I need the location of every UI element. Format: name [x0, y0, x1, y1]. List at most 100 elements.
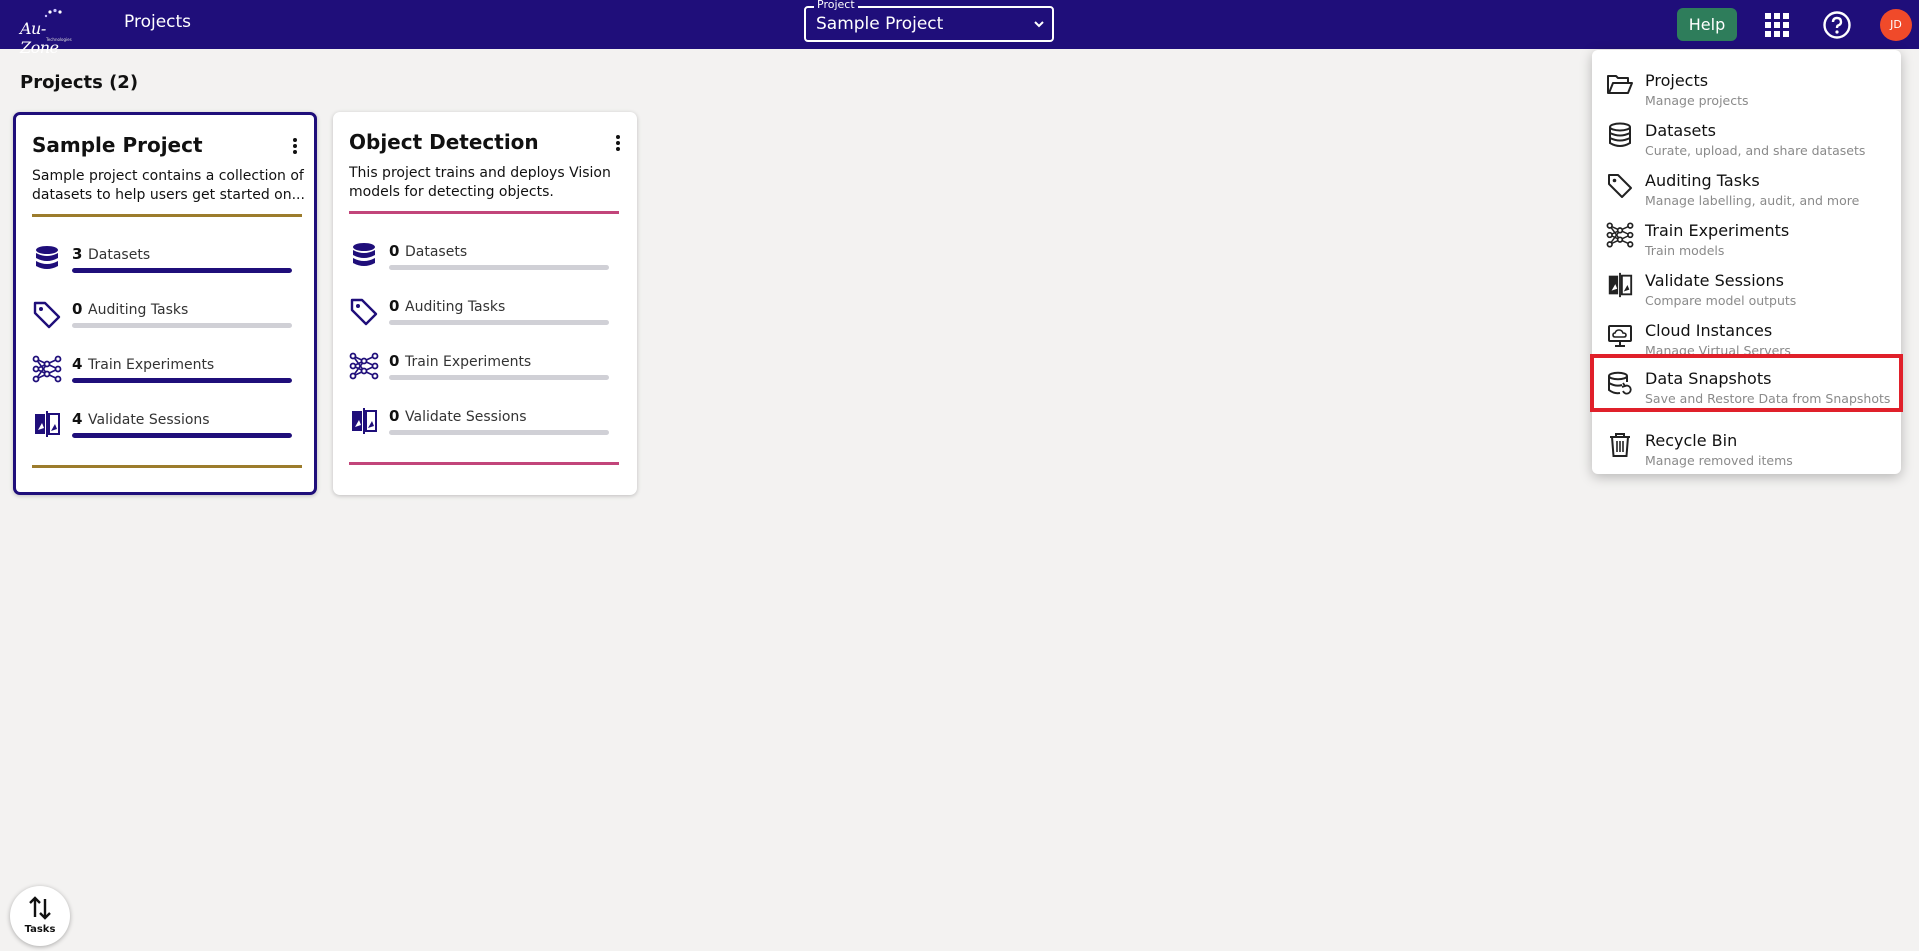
- folder-open-icon: [1607, 75, 1633, 94]
- stat-count: 4: [72, 355, 83, 373]
- stat-progress-bar: [389, 430, 609, 435]
- menu-item-label: Projects: [1645, 71, 1709, 90]
- network-icon: [1606, 222, 1634, 248]
- network-icon: [32, 355, 62, 383]
- menu-item-label: Auditing Tasks: [1645, 171, 1760, 190]
- stat-label: Validate Sessions: [88, 412, 210, 428]
- menu-item-label: Validate Sessions: [1645, 271, 1784, 290]
- database-restore-icon: [1608, 371, 1632, 395]
- stat-validate-sessions[interactable]: 0 Validate Sessions: [349, 406, 619, 446]
- more-vertical-icon[interactable]: [292, 137, 298, 155]
- project-card-sample-project[interactable]: Sample Project Sample project contains a…: [13, 112, 317, 495]
- menu-item-label: Recycle Bin: [1645, 431, 1738, 450]
- stat-progress-bar: [72, 268, 292, 273]
- compare-icon: [352, 408, 377, 434]
- stat-label: Datasets: [88, 247, 151, 263]
- menu-item-train-experiments[interactable]: Train Experiments Train models: [1592, 209, 1901, 261]
- tag-icon: [350, 298, 378, 326]
- more-vertical-icon[interactable]: [615, 134, 621, 152]
- stat-validate-sessions[interactable]: 4 Validate Sessions: [32, 409, 302, 449]
- page-title: Projects (2): [20, 72, 139, 93]
- stat-auditing-tasks[interactable]: 0 Auditing Tasks: [32, 299, 302, 339]
- project-card-description: This project trains and deploys Vision m…: [349, 165, 611, 200]
- stat-label: Auditing Tasks: [405, 299, 506, 315]
- database-icon: [36, 246, 58, 269]
- tag-icon: [33, 301, 61, 329]
- cloud-monitor-icon: [1608, 325, 1632, 347]
- stat-auditing-tasks[interactable]: 0 Auditing Tasks: [349, 296, 619, 336]
- menu-item-label: Datasets: [1645, 121, 1716, 140]
- card-divider: [349, 462, 619, 465]
- stat-label: Train Experiments: [405, 354, 532, 370]
- stat-train-experiments[interactable]: 4 Train Experiments: [32, 354, 302, 394]
- database-icon: [1609, 122, 1631, 147]
- compare-icon: [35, 411, 60, 437]
- compare-icon: [1608, 272, 1633, 298]
- apps-menu: Projects Manage projects Datasets Curate…: [1590, 50, 1903, 474]
- stat-datasets[interactable]: 3 Datasets: [32, 244, 302, 284]
- stat-label: Datasets: [405, 244, 468, 260]
- menu-item-cloud-instances[interactable]: Cloud Instances Manage Virtual Servers: [1592, 309, 1901, 361]
- network-icon: [349, 352, 379, 380]
- logo-subtext: Technologies: [46, 37, 72, 42]
- menu-item-label: Data Snapshots: [1645, 369, 1772, 388]
- project-card-object-detection[interactable]: Object Detection This project trains and…: [333, 112, 637, 495]
- project-select-value: Sample Project: [816, 14, 944, 34]
- stat-label: Auditing Tasks: [88, 302, 189, 318]
- menu-item-subtitle: Train models: [1645, 243, 1725, 258]
- menu-item-auditing-tasks[interactable]: Auditing Tasks Manage labelling, audit, …: [1592, 159, 1901, 211]
- tasks-button[interactable]: Tasks: [10, 886, 70, 946]
- menu-item-subtitle: Manage projects: [1645, 93, 1749, 108]
- menu-item-subtitle: Curate, upload, and share datasets: [1645, 143, 1866, 158]
- chevron-down-icon: [1034, 21, 1044, 28]
- menu-item-subtitle: Compare model outputs: [1645, 293, 1797, 308]
- stat-progress-bar: [389, 320, 609, 325]
- stat-count: 0: [389, 352, 400, 370]
- top-bar: Au-Zone Technologies Projects Project Sa…: [0, 0, 1919, 57]
- stat-progress-bar: [389, 265, 609, 270]
- stat-progress-bar: [72, 378, 292, 383]
- stat-progress-bar: [72, 323, 292, 328]
- database-icon: [353, 243, 375, 266]
- menu-item-subtitle: Manage labelling, audit, and more: [1645, 193, 1860, 208]
- stat-label: Train Experiments: [88, 357, 215, 373]
- apps-grid-icon[interactable]: [1764, 12, 1790, 38]
- project-card-title: Sample Project: [32, 133, 203, 157]
- card-divider: [32, 465, 302, 468]
- stat-datasets[interactable]: 0 Datasets: [349, 241, 619, 281]
- stat-count: 0: [389, 407, 400, 425]
- nav-title[interactable]: Projects: [124, 12, 191, 32]
- stat-progress-bar: [389, 375, 609, 380]
- stat-count: 0: [72, 300, 83, 318]
- menu-item-label: Cloud Instances: [1645, 321, 1773, 340]
- stat-progress-bar: [72, 433, 292, 438]
- project-select[interactable]: Project Sample Project: [804, 0, 1054, 42]
- tasks-label: Tasks: [24, 924, 56, 935]
- trash-icon: [1610, 433, 1630, 457]
- project-card-description: Sample project contains a collection of …: [32, 168, 305, 203]
- card-divider: [32, 214, 302, 217]
- help-circle-icon[interactable]: [1822, 10, 1852, 40]
- help-button[interactable]: Help: [1677, 8, 1737, 41]
- menu-item-subtitle: Save and Restore Data from Snapshots: [1645, 391, 1891, 406]
- stat-train-experiments[interactable]: 0 Train Experiments: [349, 351, 619, 391]
- stat-count: 4: [72, 410, 83, 428]
- project-select-legend: Project: [814, 0, 858, 11]
- menu-item-validate-sessions[interactable]: Validate Sessions Compare model outputs: [1592, 259, 1901, 311]
- menu-item-recycle-bin[interactable]: Recycle Bin Manage removed items: [1592, 419, 1901, 471]
- stat-label: Validate Sessions: [405, 409, 527, 425]
- au-zone-logo[interactable]: Au-Zone Technologies: [20, 6, 82, 57]
- stat-count: 0: [389, 242, 400, 260]
- menu-item-projects[interactable]: Projects Manage projects: [1592, 59, 1901, 111]
- stat-count: 0: [389, 297, 400, 315]
- menu-item-data-snapshots[interactable]: Data Snapshots Save and Restore Data fro…: [1590, 354, 1903, 412]
- project-card-title: Object Detection: [349, 130, 539, 154]
- user-avatar[interactable]: JD: [1880, 9, 1912, 41]
- tag-icon: [1608, 174, 1632, 198]
- menu-item-datasets[interactable]: Datasets Curate, upload, and share datas…: [1592, 109, 1901, 161]
- menu-item-label: Train Experiments: [1645, 221, 1790, 240]
- menu-item-subtitle: Manage removed items: [1645, 453, 1793, 468]
- swap-vertical-icon: [29, 896, 51, 920]
- card-divider: [349, 211, 619, 214]
- stat-count: 3: [72, 245, 83, 263]
